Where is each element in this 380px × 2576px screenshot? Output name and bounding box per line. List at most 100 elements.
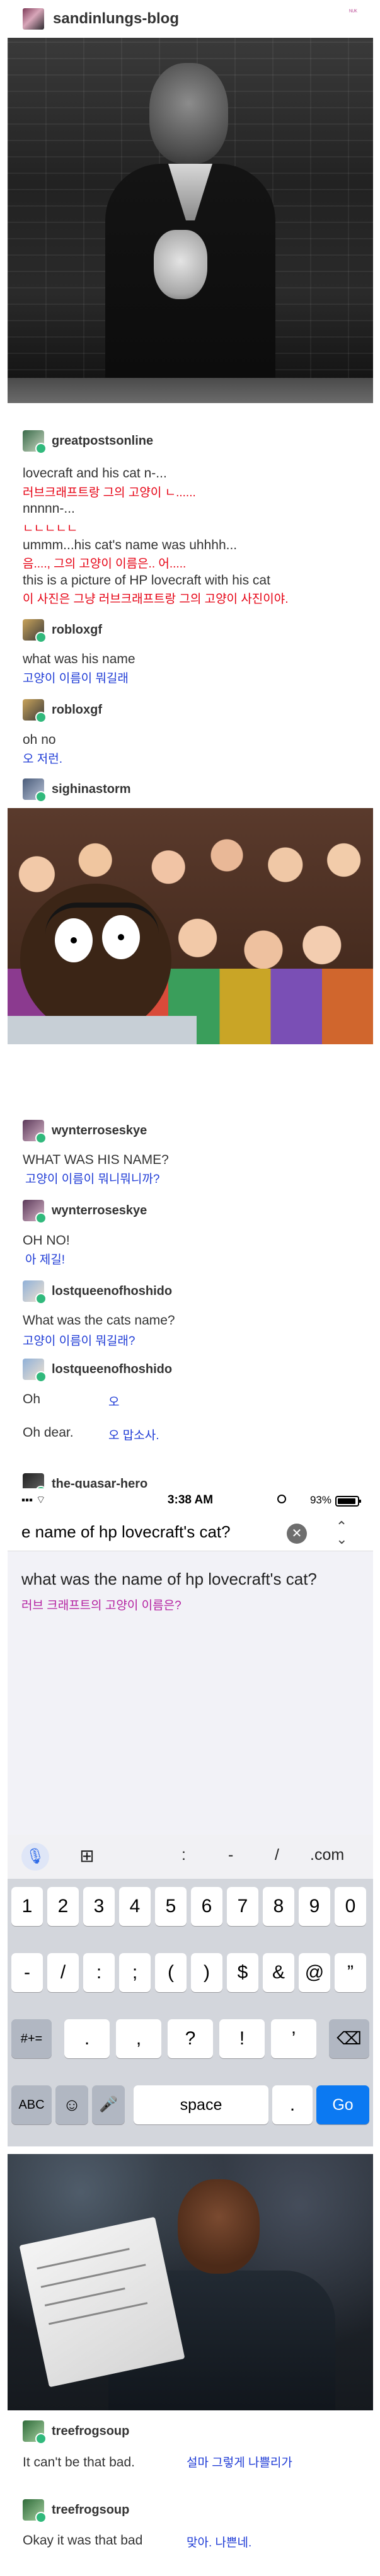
user-avatar[interactable]	[23, 1359, 47, 1382]
paper-line	[49, 2302, 148, 2325]
key[interactable]: 8	[263, 1887, 294, 1926]
reblog-header: greatpostsonline	[23, 430, 153, 454]
username[interactable]: robloxgf	[52, 623, 102, 637]
key[interactable]: 9	[299, 1887, 330, 1926]
username[interactable]: greatpostsonline	[52, 434, 153, 448]
chevron-down-icon: ⌃	[335, 1530, 348, 1546]
username[interactable]: wynterroseskye	[52, 1124, 147, 1138]
korean-translation: 아 제길!	[25, 1253, 65, 1267]
key[interactable]: 7	[227, 1887, 258, 1926]
post-text: OH NO!	[23, 1233, 70, 1248]
username[interactable]: treefrogsoup	[52, 2424, 129, 2439]
phone-screenshot: ▪▪▪ ⌔ 3:38 AM 93% ✕ ⌃⌃ what was the name…	[8, 1488, 373, 2146]
key[interactable]: ”	[335, 1953, 366, 1992]
keyboard-toolbar: 🎙 ⊞ : - / .com	[8, 1835, 373, 1879]
user-avatar[interactable]	[23, 1200, 47, 1224]
korean-translation: 고양이 이름이 뭐길래	[23, 672, 129, 685]
post-text: nnnnn-...	[23, 501, 75, 516]
key[interactable]: 1	[11, 1887, 43, 1926]
user-avatar[interactable]	[23, 1280, 47, 1304]
user-avatar[interactable]	[23, 619, 47, 643]
search-input[interactable]	[21, 1522, 292, 1542]
key[interactable]: /	[47, 1953, 79, 1992]
user-avatar[interactable]	[23, 778, 47, 802]
korean-translation: 고양이 이름이 뭐길래?	[23, 1335, 135, 1348]
key[interactable]: $	[227, 1953, 258, 1992]
reblog-header: treefrogsoup	[23, 2499, 129, 2523]
key[interactable]: :	[83, 1953, 115, 1992]
apps-grid-icon[interactable]: ⊞	[76, 1845, 98, 1867]
key[interactable]: &	[263, 1953, 294, 1992]
key[interactable]: ;	[119, 1953, 151, 1992]
paper-line	[37, 2248, 130, 2270]
user-avatar[interactable]	[23, 2420, 47, 2444]
user-avatar[interactable]	[23, 699, 47, 723]
username[interactable]: lostqueenofhoshido	[52, 1284, 172, 1299]
key[interactable]: !	[219, 2019, 265, 2058]
mic-icon[interactable]: 🎙	[21, 1843, 49, 1871]
user-avatar[interactable]	[23, 430, 47, 454]
key[interactable]: .	[64, 2019, 110, 2058]
key[interactable]: 2	[47, 1887, 79, 1926]
backspace-icon[interactable]: ⌫	[329, 2019, 369, 2058]
lovecraft-photo[interactable]	[8, 38, 373, 403]
post-text: lovecraft and his cat n-...	[23, 466, 167, 481]
korean-translation: ㄴㄴㄴㄴㄴ	[23, 522, 78, 535]
paper-sheet	[19, 2216, 185, 2388]
key[interactable]: )	[191, 1953, 222, 1992]
username[interactable]: wynterroseskye	[52, 1204, 147, 1218]
search-suggestion[interactable]: what was the name of hp lovecraft's cat?	[21, 1570, 317, 1589]
username[interactable]: sighinastorm	[52, 782, 131, 797]
reblog-header: sighinastorm	[23, 778, 131, 802]
dictation-mic-icon[interactable]: 🎤	[92, 2085, 125, 2124]
korean-translation: 음...., 그의 고양이 이름은.. 어.....	[23, 557, 187, 571]
toolbar-key[interactable]: .com	[310, 1846, 344, 1864]
key[interactable]: 0	[335, 1887, 366, 1926]
blog-name[interactable]: sandinlungs-blog	[53, 10, 179, 28]
post-text: What was the cats name?	[23, 1313, 175, 1328]
username[interactable]: lostqueenofhoshido	[52, 1362, 172, 1377]
symbols-key[interactable]: #+=	[11, 2019, 52, 2058]
key[interactable]: @	[299, 1953, 330, 1992]
collapse-icon[interactable]: ⌃ ⌃	[332, 1520, 351, 1547]
emoji-icon[interactable]: ☺	[55, 2085, 88, 2124]
toolbar-key[interactable]: -	[228, 1846, 233, 1864]
reaction-photo[interactable]	[8, 2154, 373, 2410]
key[interactable]: 4	[119, 1887, 151, 1926]
reblog-header: lostqueenofhoshido	[23, 1359, 172, 1382]
person-head	[178, 2179, 260, 2274]
status-bar: ▪▪▪ ⌔ 3:38 AM 93%	[8, 1488, 373, 1513]
lovecraft-head	[149, 63, 228, 164]
key[interactable]: .	[272, 2085, 313, 2124]
key[interactable]: ,	[116, 2019, 161, 2058]
user-avatar[interactable]	[23, 1120, 47, 1144]
post-text: WHAT WAS HIS NAME?	[23, 1153, 169, 1167]
key[interactable]: 5	[155, 1887, 187, 1926]
clear-icon[interactable]: ✕	[287, 1524, 307, 1544]
blog-avatar[interactable]	[23, 8, 44, 30]
post-text: oh no	[23, 732, 56, 747]
user-avatar[interactable]	[23, 2499, 47, 2523]
toolbar-key[interactable]: /	[275, 1846, 279, 1864]
username[interactable]: robloxgf	[52, 703, 102, 717]
username[interactable]: treefrogsoup	[52, 2503, 129, 2517]
korean-translation: 고양이 이름이 뭐니뭐니까?	[25, 1173, 160, 1186]
character-shirt	[8, 1016, 197, 1044]
reblog-header: wynterroseskye	[23, 1200, 147, 1224]
key[interactable]: (	[155, 1953, 187, 1992]
key[interactable]: ’	[271, 2019, 316, 2058]
space-key[interactable]: space	[134, 2085, 268, 2124]
toolbar-key[interactable]: :	[181, 1846, 186, 1864]
headset	[45, 903, 159, 934]
battery-icon	[335, 1496, 361, 1507]
key[interactable]: 3	[83, 1887, 115, 1926]
south-park-photo[interactable]	[8, 808, 373, 1044]
key[interactable]: 6	[191, 1887, 222, 1926]
paper-line	[40, 2264, 146, 2288]
key[interactable]: -	[11, 1953, 43, 1992]
reblog-header: robloxgf	[23, 619, 102, 643]
abc-key[interactable]: ABC	[11, 2085, 52, 2124]
go-button[interactable]: Go	[316, 2085, 369, 2124]
key[interactable]: ?	[168, 2019, 213, 2058]
korean-translation: 설마 그렇게 나쁠리가	[187, 2456, 292, 2470]
